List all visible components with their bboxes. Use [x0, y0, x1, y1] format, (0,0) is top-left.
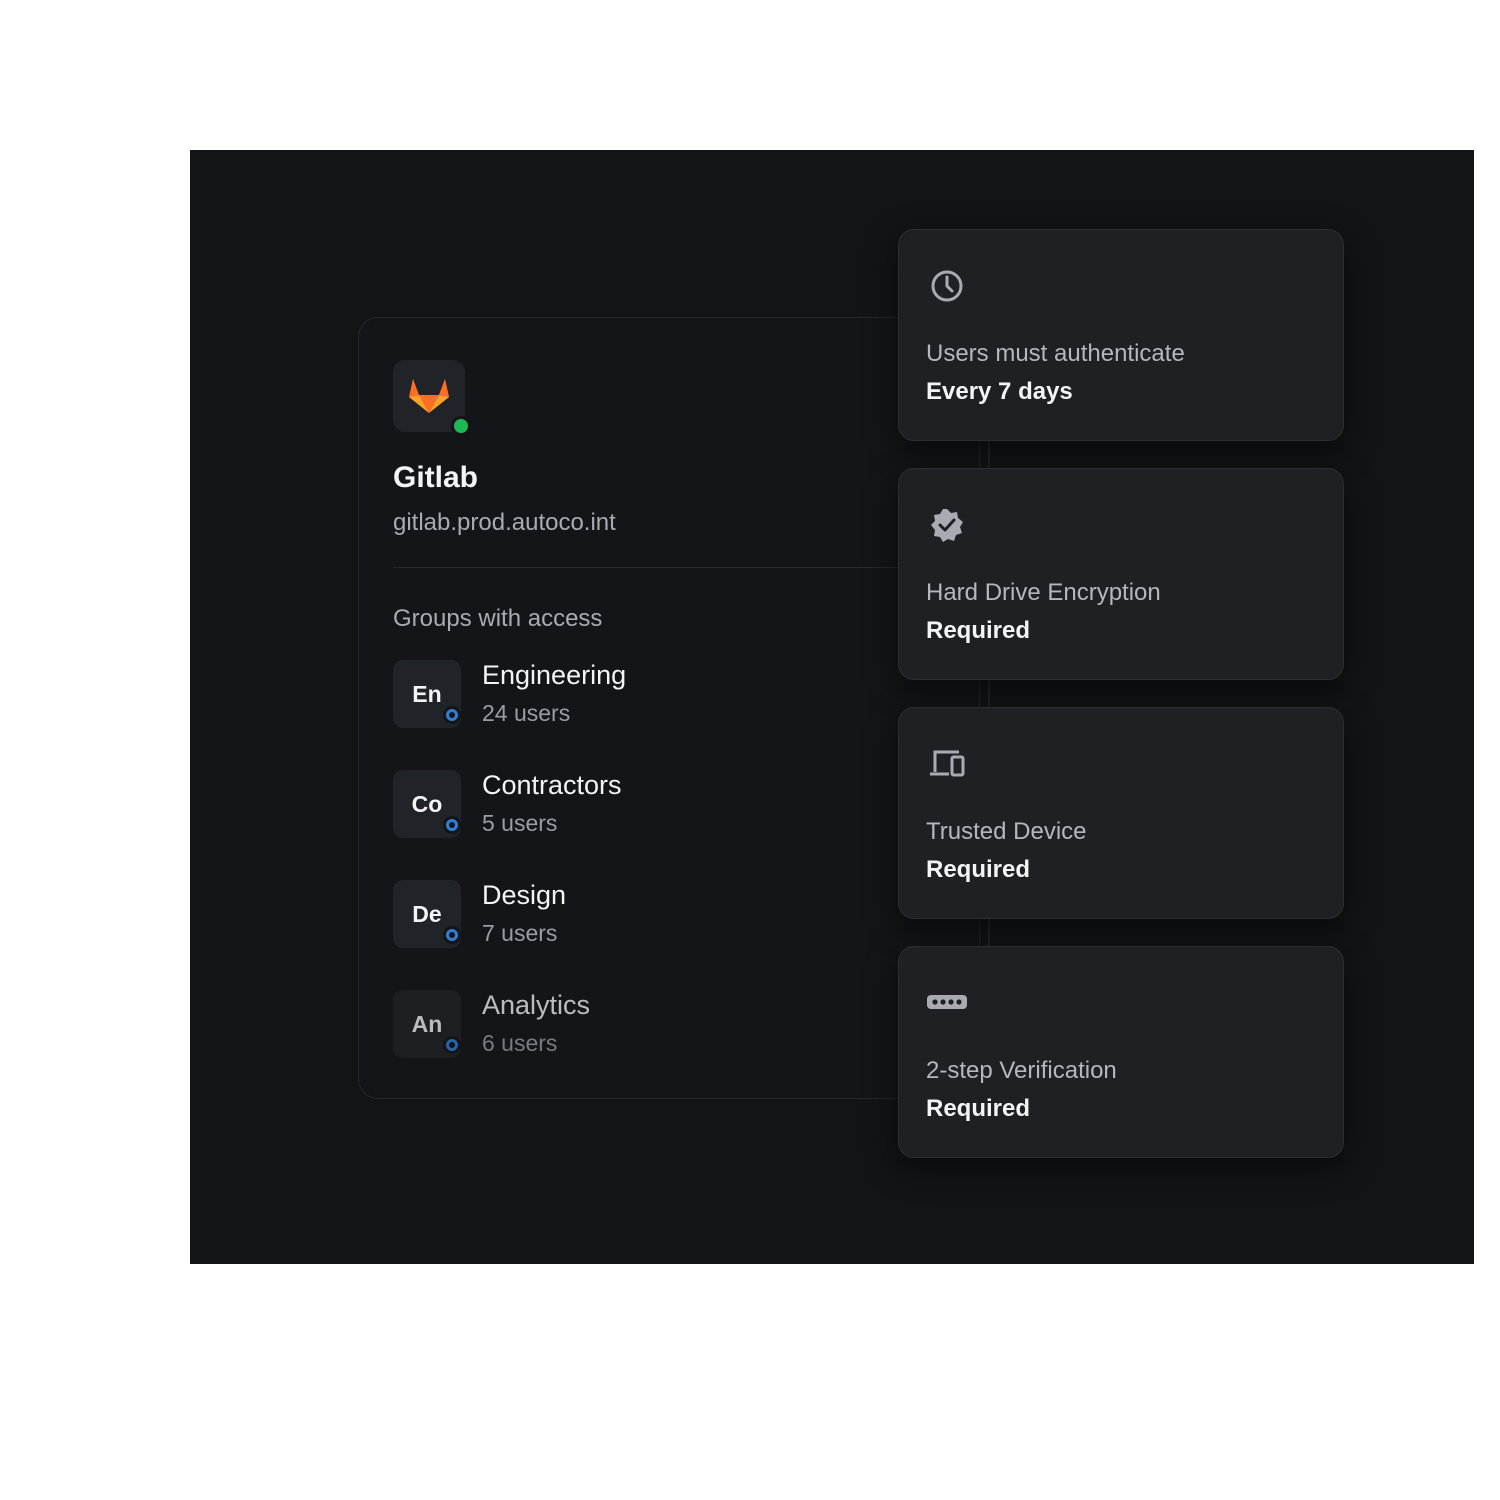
policy-value: Required	[926, 856, 1031, 883]
gitlab-logo-icon	[409, 379, 449, 413]
group-item-analytics[interactable]: An Analytics 6 users	[393, 990, 953, 1060]
app-access-panel: Gitlab gitlab.prod.autoco.int Groups wit…	[190, 150, 1474, 1264]
app-card: Gitlab gitlab.prod.autoco.int Groups wit…	[358, 317, 980, 1099]
policy-label: Users must authenticate	[926, 340, 1185, 367]
group-user-count: 7 users	[482, 920, 558, 946]
group-sync-icon	[443, 706, 461, 724]
policy-card-encryption[interactable]: Hard Drive Encryption Required	[898, 468, 1344, 680]
group-name: Design	[482, 880, 567, 910]
policy-card-2-step-verification[interactable]: 2-step Verification Required	[898, 946, 1344, 1158]
app-logo	[393, 360, 471, 436]
verified-badge-icon	[931, 509, 963, 542]
password-dots-icon	[927, 995, 967, 1009]
clock-icon	[931, 270, 963, 302]
group-name: Analytics	[482, 990, 591, 1020]
policy-label: 2-step Verification	[926, 1057, 1117, 1084]
group-name: Engineering	[482, 660, 627, 690]
policy-value: Every 7 days	[926, 378, 1073, 405]
app-name: Gitlab	[393, 461, 479, 494]
policy-value: Required	[926, 617, 1031, 644]
group-sync-icon	[443, 926, 461, 944]
group-item-design[interactable]: De Design 7 users	[393, 880, 953, 950]
group-sync-icon	[443, 816, 461, 834]
group-item-contractors[interactable]: Co Contractors 5 users	[393, 770, 953, 840]
group-name: Contractors	[482, 770, 622, 800]
policy-card-trusted-device[interactable]: Trusted Device Required	[898, 707, 1344, 919]
group-user-count: 24 users	[482, 700, 571, 726]
group-item-engineering[interactable]: En Engineering 24 users	[393, 660, 953, 730]
groups-title: Groups with access	[393, 605, 603, 632]
divider	[393, 567, 979, 568]
group-user-count: 5 users	[482, 810, 558, 836]
policy-label: Hard Drive Encryption	[926, 579, 1161, 606]
devices-icon	[930, 750, 965, 777]
group-user-count: 6 users	[482, 1030, 558, 1056]
app-host: gitlab.prod.autoco.int	[393, 509, 616, 536]
policy-value: Required	[926, 1095, 1031, 1122]
policy-card-authentication[interactable]: Users must authenticate Every 7 days	[898, 229, 1344, 441]
policy-label: Trusted Device	[926, 818, 1087, 845]
online-status-dot	[451, 416, 471, 436]
group-sync-icon	[443, 1036, 461, 1054]
